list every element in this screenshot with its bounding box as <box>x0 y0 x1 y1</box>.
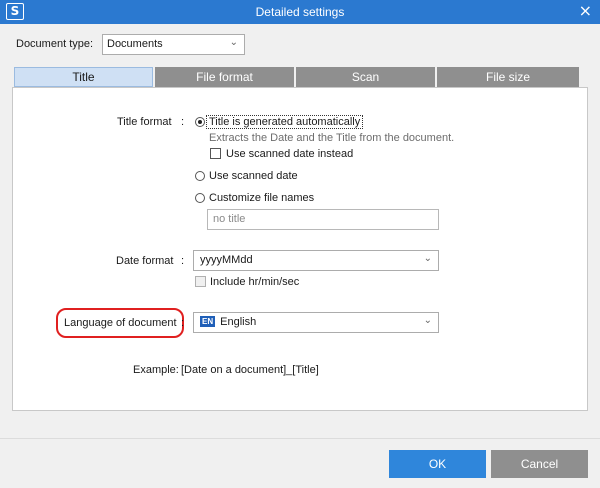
example-value: [Date on a document]_[Title] <box>181 364 319 376</box>
language-label: Language of document <box>64 317 177 329</box>
tab-bar: Title File format Scan File size <box>14 67 579 87</box>
date-format-value: yyyyMMdd <box>200 254 253 266</box>
language-colon: : <box>181 317 185 329</box>
tab-title[interactable]: Title <box>14 67 153 87</box>
radio-auto-title-label[interactable]: Title is generated automatically <box>206 115 364 129</box>
tab-scan[interactable]: Scan <box>296 67 435 87</box>
tab-file-size[interactable]: File size <box>437 67 579 87</box>
chevron-down-icon: ⌄ <box>423 315 432 326</box>
example-label: Example: <box>133 364 179 376</box>
document-type-dropdown[interactable]: Documents ⌄ <box>102 34 245 55</box>
cancel-button[interactable]: Cancel <box>491 450 588 478</box>
date-format-label: Date format <box>116 255 174 267</box>
chevron-down-icon: ⌄ <box>423 253 432 264</box>
auto-title-description: Extracts the Date and the Title from the… <box>209 132 455 144</box>
language-value: English <box>220 316 257 328</box>
radio-auto-title[interactable] <box>195 117 205 127</box>
title-format-colon: : <box>181 116 185 128</box>
title-bar: S Detailed settings × <box>0 0 600 24</box>
include-time-label[interactable]: Include hr/min/sec <box>210 276 299 288</box>
ok-button[interactable]: OK <box>389 450 486 478</box>
window-title: Detailed settings <box>255 5 345 19</box>
use-scanned-date-instead-label[interactable]: Use scanned date instead <box>226 148 353 160</box>
title-format-label: Title format <box>117 116 172 128</box>
radio-use-scanned-date[interactable] <box>195 171 205 181</box>
tab-file-format[interactable]: File format <box>155 67 294 87</box>
close-icon[interactable]: × <box>579 2 592 20</box>
radio-customize-file-names-label[interactable]: Customize file names <box>209 192 314 204</box>
radio-use-scanned-date-label[interactable]: Use scanned date <box>209 170 298 182</box>
custom-file-name-placeholder: no title <box>213 213 246 225</box>
language-dropdown[interactable]: EN English ⌄ <box>193 312 439 333</box>
include-time-checkbox[interactable] <box>195 276 206 287</box>
use-scanned-date-instead-checkbox[interactable] <box>210 148 221 159</box>
en-flag-icon: EN <box>200 316 216 327</box>
date-format-dropdown[interactable]: yyyyMMdd ⌄ <box>193 250 439 271</box>
document-type-label: Document type: <box>16 38 94 50</box>
radio-customize-file-names[interactable] <box>195 193 205 203</box>
custom-file-name-input[interactable]: no title <box>207 209 439 230</box>
date-format-colon: : <box>181 255 185 267</box>
chevron-down-icon: ⌄ <box>229 37 238 48</box>
document-type-value: Documents <box>107 38 163 50</box>
